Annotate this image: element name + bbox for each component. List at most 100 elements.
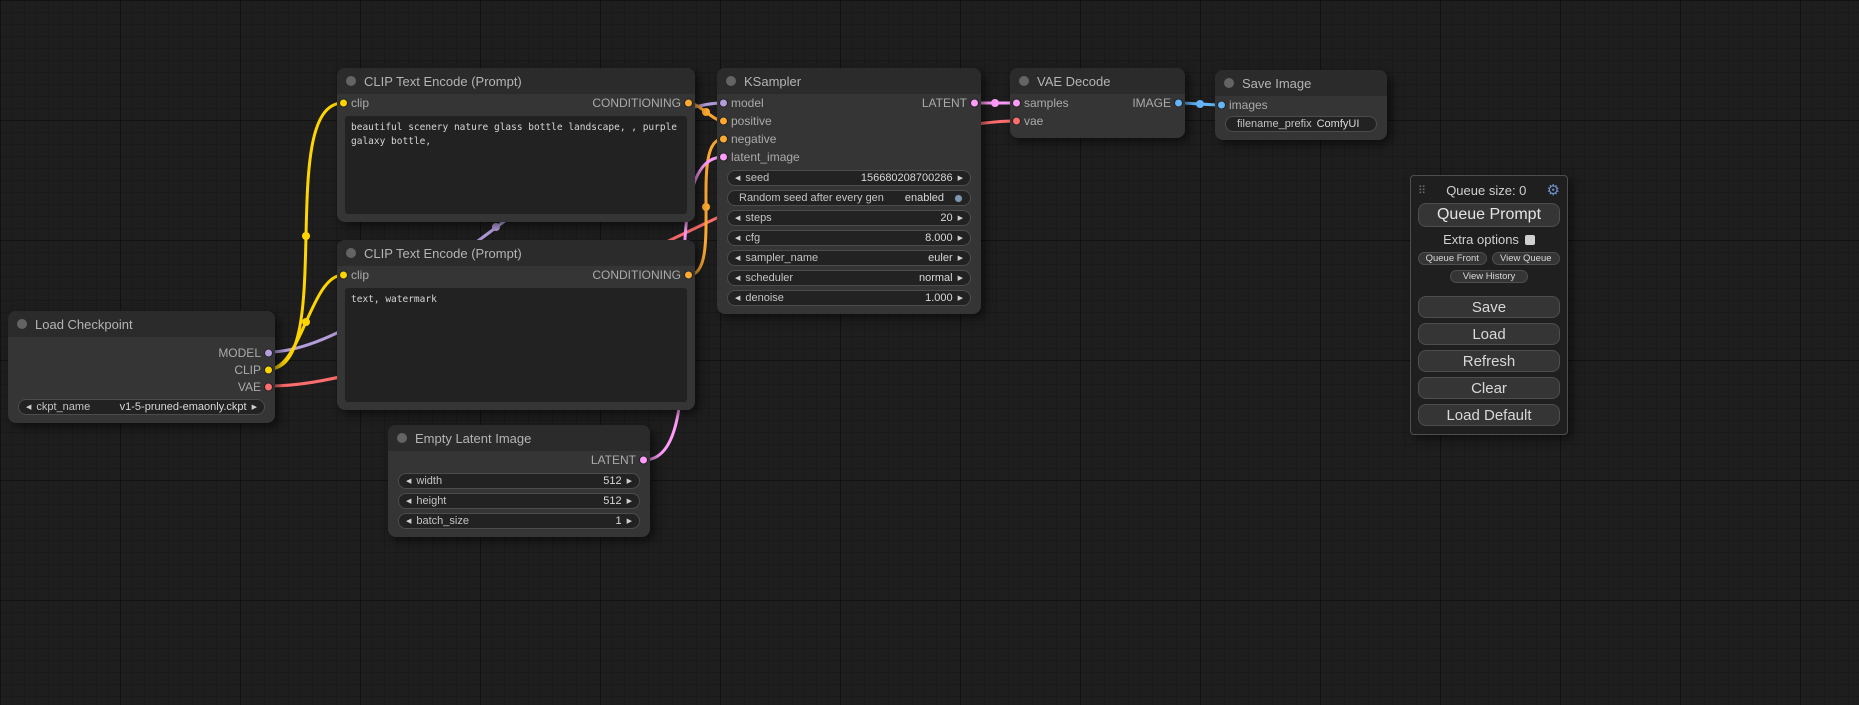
output-slot-latent[interactable]: LATENT xyxy=(591,451,650,469)
latent-image-input-dot[interactable] xyxy=(719,153,728,162)
load-button[interactable]: Load xyxy=(1418,323,1560,345)
output-slot-clip[interactable]: CLIP xyxy=(234,361,275,378)
load-checkpoint-title-bar[interactable]: Load Checkpoint xyxy=(8,311,275,337)
output-slot-conditioning[interactable]: CONDITIONING xyxy=(592,94,695,112)
decrement-arrow-icon[interactable]: ◀ xyxy=(735,295,740,302)
clip-encode-negative-title-bar[interactable]: CLIP Text Encode (Prompt) xyxy=(337,240,695,266)
queue-front-button[interactable]: Queue Front xyxy=(1418,252,1487,265)
input-slot-clip[interactable]: clip xyxy=(337,266,369,284)
extra-options-checkbox[interactable] xyxy=(1525,235,1535,245)
node-load-checkpoint[interactable]: Load Checkpoint MODEL CLIP VAE ◀ ckpt_na… xyxy=(8,311,275,423)
decrement-arrow-icon[interactable]: ◀ xyxy=(735,215,740,222)
increment-arrow-icon[interactable]: ▶ xyxy=(958,275,963,282)
save-image-title-bar[interactable]: Save Image xyxy=(1215,70,1387,96)
height-widget[interactable]: ◀ height 512 ▶ xyxy=(398,493,640,509)
images-input-dot[interactable] xyxy=(1217,101,1226,110)
node-clip-text-encode-negative[interactable]: CLIP Text Encode (Prompt) clip CONDITION… xyxy=(337,240,695,410)
latent-output-dot[interactable] xyxy=(970,99,979,108)
increment-arrow-icon[interactable]: ▶ xyxy=(958,295,963,302)
scheduler-widget[interactable]: ◀ scheduler normal ▶ xyxy=(727,270,971,286)
node-ksampler[interactable]: KSampler model LATENT positive negative … xyxy=(717,68,981,314)
collapse-dot-icon[interactable] xyxy=(17,319,27,329)
image-output-dot[interactable] xyxy=(1174,99,1183,108)
output-slot-conditioning[interactable]: CONDITIONING xyxy=(592,266,695,284)
input-slot-images[interactable]: images xyxy=(1215,96,1268,114)
collapse-dot-icon[interactable] xyxy=(346,248,356,258)
clip-input-dot[interactable] xyxy=(339,271,348,280)
clip-encode-positive-title-bar[interactable]: CLIP Text Encode (Prompt) xyxy=(337,68,695,94)
input-slot-clip[interactable]: clip xyxy=(337,94,369,112)
conditioning-output-dot[interactable] xyxy=(684,271,693,280)
decrement-arrow-icon[interactable]: ◀ xyxy=(406,478,411,485)
collapse-dot-icon[interactable] xyxy=(397,433,407,443)
width-widget[interactable]: ◀ width 512 ▶ xyxy=(398,473,640,489)
random-seed-toggle-widget[interactable]: Random seed after every gen enabled xyxy=(727,190,971,206)
node-clip-text-encode-positive[interactable]: CLIP Text Encode (Prompt) clip CONDITION… xyxy=(337,68,695,222)
latent-output-dot[interactable] xyxy=(639,456,648,465)
positive-prompt-textarea[interactable]: beautiful scenery nature glass bottle la… xyxy=(345,116,687,214)
increment-arrow-icon[interactable]: ▶ xyxy=(252,404,257,411)
sampler-name-widget[interactable]: ◀ sampler_name euler ▶ xyxy=(727,250,971,266)
input-slot-samples[interactable]: samples xyxy=(1010,94,1069,112)
increment-arrow-icon[interactable]: ▶ xyxy=(627,518,632,525)
filename-prefix-widget[interactable]: filename_prefix ComfyUI xyxy=(1225,116,1377,132)
save-button[interactable]: Save xyxy=(1418,296,1560,318)
output-slot-model[interactable]: MODEL xyxy=(218,344,275,361)
collapse-dot-icon[interactable] xyxy=(1019,76,1029,86)
input-slot-vae[interactable]: vae xyxy=(1010,112,1043,130)
positive-input-dot[interactable] xyxy=(719,117,728,126)
clear-button[interactable]: Clear xyxy=(1418,377,1560,399)
refresh-button[interactable]: Refresh xyxy=(1418,350,1560,372)
increment-arrow-icon[interactable]: ▶ xyxy=(627,478,632,485)
decrement-arrow-icon[interactable]: ◀ xyxy=(735,275,740,282)
batch-size-widget[interactable]: ◀ batch_size 1 ▶ xyxy=(398,513,640,529)
collapse-dot-icon[interactable] xyxy=(346,76,356,86)
input-slot-positive[interactable]: positive xyxy=(717,112,772,130)
node-save-image[interactable]: Save Image images filename_prefix ComfyU… xyxy=(1215,70,1387,140)
increment-arrow-icon[interactable]: ▶ xyxy=(958,215,963,222)
vae-output-dot[interactable] xyxy=(264,382,273,391)
input-slot-negative[interactable]: negative xyxy=(717,130,776,148)
vae-decode-title-bar[interactable]: VAE Decode xyxy=(1010,68,1185,94)
input-slot-latent-image[interactable]: latent_image xyxy=(717,148,800,166)
cfg-widget[interactable]: ◀ cfg 8.000 ▶ xyxy=(727,230,971,246)
decrement-arrow-icon[interactable]: ◀ xyxy=(406,518,411,525)
vae-input-dot[interactable] xyxy=(1012,117,1021,126)
decrement-arrow-icon[interactable]: ◀ xyxy=(26,404,31,411)
steps-widget[interactable]: ◀ steps 20 ▶ xyxy=(727,210,971,226)
ckpt-name-widget[interactable]: ◀ ckpt_name v1-5-pruned-emaonly.ckpt ▶ xyxy=(18,399,265,415)
output-slot-latent[interactable]: LATENT xyxy=(922,94,981,112)
drag-handle-icon[interactable]: ⠿ xyxy=(1418,184,1426,197)
samples-input-dot[interactable] xyxy=(1012,99,1021,108)
clip-output-dot[interactable] xyxy=(264,365,273,374)
decrement-arrow-icon[interactable]: ◀ xyxy=(406,498,411,505)
seed-widget[interactable]: ◀ seed 156680208700286 ▶ xyxy=(727,170,971,186)
node-vae-decode[interactable]: VAE Decode samples IMAGE vae xyxy=(1010,68,1185,138)
denoise-widget[interactable]: ◀ denoise 1.000 ▶ xyxy=(727,290,971,306)
input-slot-model[interactable]: model xyxy=(717,94,764,112)
collapse-dot-icon[interactable] xyxy=(1224,78,1234,88)
conditioning-output-dot[interactable] xyxy=(684,99,693,108)
decrement-arrow-icon[interactable]: ◀ xyxy=(735,255,740,262)
empty-latent-title-bar[interactable]: Empty Latent Image xyxy=(388,425,650,451)
model-output-dot[interactable] xyxy=(264,348,273,357)
clip-input-dot[interactable] xyxy=(339,99,348,108)
increment-arrow-icon[interactable]: ▶ xyxy=(958,235,963,242)
increment-arrow-icon[interactable]: ▶ xyxy=(958,255,963,262)
output-slot-vae[interactable]: VAE xyxy=(238,378,275,395)
decrement-arrow-icon[interactable]: ◀ xyxy=(735,175,740,182)
toggle-indicator-dot[interactable] xyxy=(954,194,963,203)
view-queue-button[interactable]: View Queue xyxy=(1492,252,1561,265)
queue-prompt-button[interactable]: Queue Prompt xyxy=(1418,203,1560,227)
negative-prompt-textarea[interactable]: text, watermark xyxy=(345,288,687,402)
model-input-dot[interactable] xyxy=(719,99,728,108)
collapse-dot-icon[interactable] xyxy=(726,76,736,86)
increment-arrow-icon[interactable]: ▶ xyxy=(627,498,632,505)
output-slot-image[interactable]: IMAGE xyxy=(1132,94,1185,112)
negative-input-dot[interactable] xyxy=(719,135,728,144)
settings-gear-icon[interactable]: ⚙ xyxy=(1547,183,1560,198)
decrement-arrow-icon[interactable]: ◀ xyxy=(735,235,740,242)
load-default-button[interactable]: Load Default xyxy=(1418,404,1560,426)
view-history-button[interactable]: View History xyxy=(1450,270,1528,283)
increment-arrow-icon[interactable]: ▶ xyxy=(958,175,963,182)
